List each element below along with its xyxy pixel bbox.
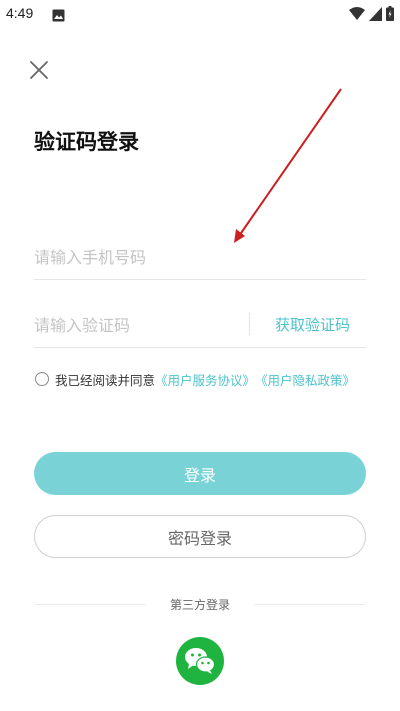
page-title: 验证码登录 (34, 130, 139, 154)
agreement-row: 我已经阅读并同意 《用户服务协议》 《用户隐私政策》 (35, 368, 395, 390)
status-icons (349, 6, 394, 25)
get-code-button[interactable]: 获取验证码 (275, 314, 350, 335)
phone-field-row (34, 235, 366, 280)
third-party-divider: 第三方登录 (34, 594, 366, 614)
code-field-row: 获取验证码 (34, 303, 366, 348)
close-icon (30, 61, 48, 79)
battery-icon (386, 6, 394, 25)
close-button[interactable] (27, 58, 51, 82)
wechat-icon (185, 648, 216, 674)
password-login-button[interactable]: 密码登录 (34, 515, 366, 558)
phone-input[interactable] (34, 243, 366, 271)
image-icon (52, 7, 65, 26)
wechat-login-button[interactable] (176, 637, 224, 685)
service-agreement-link[interactable]: 《用户服务协议》 (155, 370, 255, 389)
signal-icon (369, 6, 382, 25)
status-time: 4:49 (6, 5, 34, 21)
code-input[interactable] (34, 311, 244, 339)
agreement-checkbox[interactable] (35, 372, 49, 386)
login-button[interactable]: 登录 (34, 452, 366, 495)
wifi-icon (349, 6, 365, 25)
agreement-text: 我已经阅读并同意 (55, 372, 156, 388)
privacy-policy-link[interactable]: 《用户隐私政策》 (255, 370, 355, 389)
status-bar: 4:49 (0, 0, 400, 28)
divider (249, 313, 250, 335)
divider-line (254, 604, 366, 605)
